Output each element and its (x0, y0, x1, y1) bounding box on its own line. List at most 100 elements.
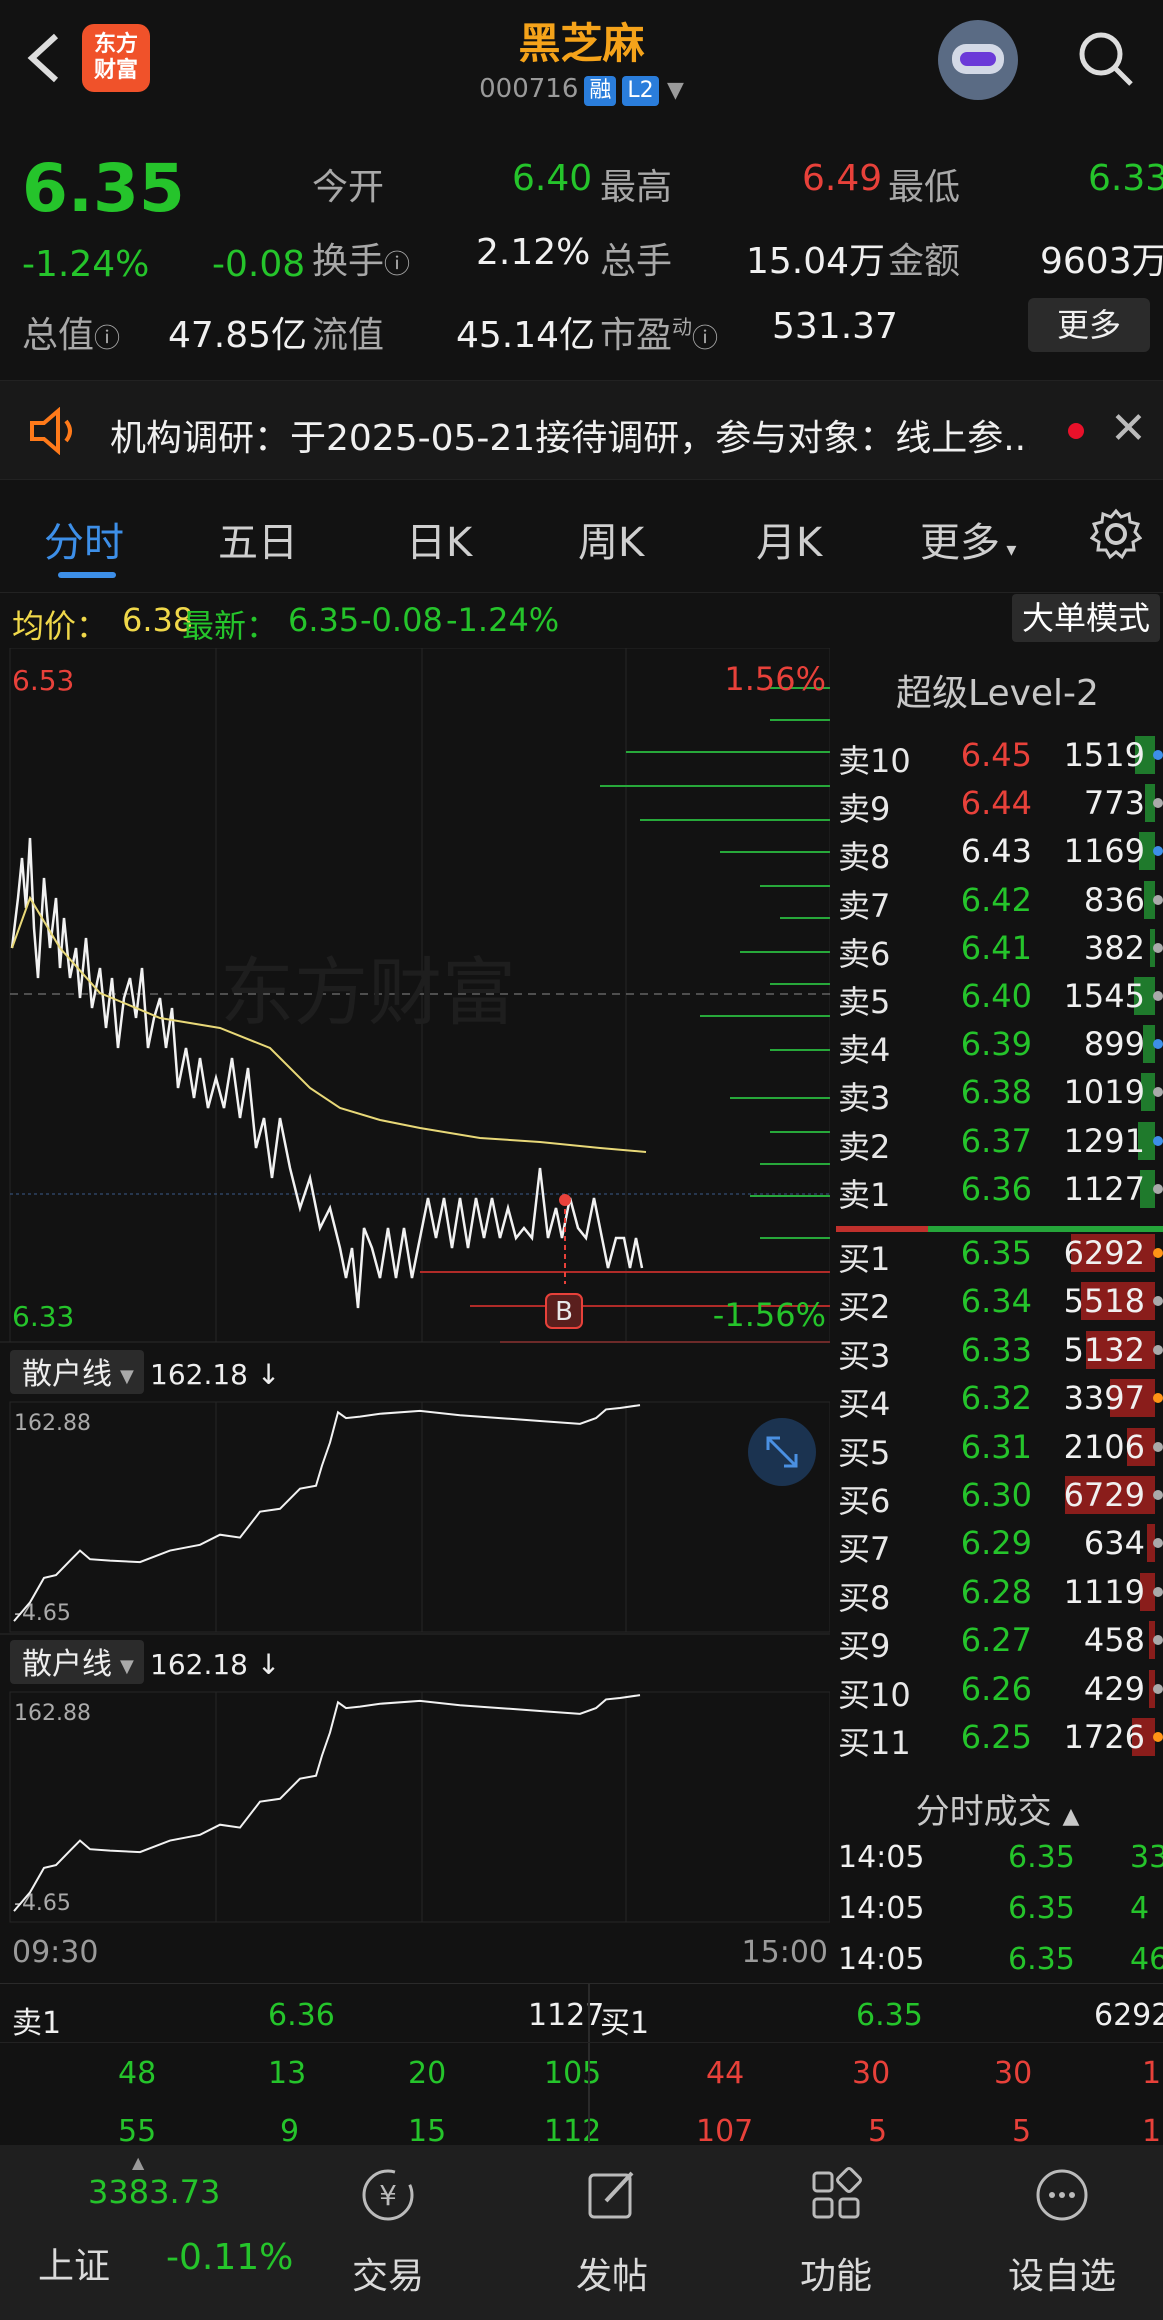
bid-row[interactable]: 买1 6.35 6292 (832, 1230, 1163, 1278)
robot-assistant-icon[interactable] (938, 20, 1018, 100)
bid-volume: 634 (1083, 1524, 1145, 1563)
ask-volume: 773 (1083, 784, 1145, 823)
gear-icon[interactable] (1090, 508, 1142, 560)
tab-more[interactable]: 更多 ▾ (920, 510, 1016, 568)
bid-price: 6.25 (960, 1718, 1032, 1756)
ask-level-label: 卖9 (838, 790, 891, 829)
price-polyline (10, 837, 644, 1309)
more-button[interactable]: 更多 (1028, 298, 1150, 352)
bid-volume: 2106 (1063, 1427, 1145, 1466)
indicator2-polyline (13, 1694, 641, 1912)
ask-volume: 836 (1083, 880, 1145, 919)
search-button[interactable] (1075, 28, 1135, 88)
ask-row[interactable]: 卖3 6.38 1019 (832, 1069, 1163, 1117)
float-value: 45.14亿 (456, 315, 596, 356)
indicator1-name: 散户线 (22, 1357, 112, 1392)
nav-post[interactable]: 发帖 (532, 2145, 692, 2320)
buy-marker-label: B (555, 1297, 573, 1327)
bid-row[interactable]: 买2 6.34 5518 (832, 1278, 1163, 1326)
time-start-label: 09:30 (12, 1935, 98, 1970)
close-icon[interactable]: ✕ (1110, 403, 1147, 454)
sell-queue-6: 9 (280, 2114, 300, 2149)
bid-row[interactable]: 买7 6.29 634 (832, 1520, 1163, 1568)
bid-row[interactable]: 买11 6.25 1726 (832, 1714, 1163, 1762)
y-top-label: 6.53 (12, 664, 74, 697)
sell-queue-2: 13 (268, 2056, 307, 2091)
ask-price: 6.39 (960, 1025, 1032, 1064)
indicator1-top: 162.88 (14, 1411, 91, 1436)
bid-level-label: 买1 (838, 1240, 891, 1278)
notice-bar[interactable]: 机构调研：于2025-05-21接待调研，参与对象：线上参... ✕ (0, 380, 1163, 480)
order-book-title[interactable]: 超级Level-2 (832, 664, 1163, 716)
tick-time: 14:05 (838, 1840, 925, 1875)
bid-volume: 5132 (1063, 1330, 1145, 1369)
more-dots-icon (1036, 2169, 1088, 2221)
ask-row[interactable]: 卖5 6.40 1545 (832, 973, 1163, 1021)
bid-row[interactable]: 买8 6.28 1119 (832, 1569, 1163, 1617)
order-book-divider-sell (836, 1226, 928, 1232)
volume-label: 总手 (600, 241, 673, 282)
bid-row[interactable]: 买9 6.27 458 (832, 1617, 1163, 1665)
ask-volume: 1169 (1063, 832, 1145, 871)
tab-intraday[interactable]: 分时 (44, 510, 124, 568)
index-ticker[interactable]: ▲ 3383.73 上证 -0.11% (0, 2145, 293, 2320)
bid-row[interactable]: 买10 6.26 429 (832, 1666, 1163, 1714)
ask-row[interactable]: 卖8 6.43 1169 (832, 828, 1163, 876)
ask-price: 6.44 (960, 784, 1032, 823)
bid-price: 6.31 (960, 1427, 1032, 1466)
tick-price: 6.35 (1008, 1840, 1075, 1875)
ask-flag-dot (1153, 1039, 1163, 1050)
bid-level-label: 买5 (838, 1433, 891, 1472)
level2-tag: L2 (622, 76, 659, 106)
caret-down-icon[interactable]: ▼ (667, 78, 684, 103)
nav-functions[interactable]: 功能 (756, 2145, 916, 2320)
ask-volume: 1545 (1063, 977, 1145, 1015)
tab-weekly-k[interactable]: 周K (578, 510, 644, 568)
big-order-mode-button[interactable]: 大单模式 (1012, 594, 1160, 642)
bid-level-label: 买3 (838, 1336, 891, 1375)
ask-row[interactable]: 卖4 6.39 899 (832, 1021, 1163, 1069)
bid-row[interactable]: 买4 6.32 3397 (832, 1375, 1163, 1423)
tab-daily-k[interactable]: 日K (406, 510, 472, 568)
ask-row[interactable]: 卖9 6.44 773 (832, 780, 1163, 828)
bid-volume: 458 (1083, 1621, 1145, 1660)
app-root: { "header": { "stock_name": "黑芝麻", "stoc… (0, 0, 1163, 2320)
change-percent: -1.24% (22, 244, 150, 285)
bid-level-label: 买9 (838, 1627, 891, 1666)
info-icon[interactable]: ⓘ (692, 324, 718, 354)
ask-row[interactable]: 卖7 6.42 836 (832, 877, 1163, 925)
tab-monthly-k[interactable]: 月K (756, 510, 822, 568)
sell-queue-5: 55 (118, 2114, 157, 2149)
ask-row[interactable]: 卖2 6.37 1291 (832, 1118, 1163, 1166)
tab-five-day[interactable]: 五日 (218, 510, 298, 568)
ask-row[interactable]: 卖10 6.45 1519 (832, 732, 1163, 780)
level1-summary: 卖1 6.36 1127 买1 6.35 6292 48 13 20 105 5… (0, 1983, 1163, 2149)
info-icon[interactable]: ⓘ (94, 324, 120, 354)
ask-level-label: 卖5 (838, 983, 891, 1021)
nav-watchlist[interactable]: 设自选 (982, 2145, 1142, 2320)
ask-row[interactable]: 卖6 6.41 382 (832, 925, 1163, 973)
info-icon[interactable]: ⓘ (384, 250, 410, 280)
change-value: -0.08 (212, 244, 306, 285)
open-label: 今开 (312, 167, 385, 208)
open-value: 6.40 (512, 158, 593, 199)
bid-price: 6.27 (960, 1621, 1032, 1660)
bid-row[interactable]: 买5 6.31 2106 (832, 1424, 1163, 1472)
bid-level-label: 买6 (838, 1482, 891, 1520)
svg-text:¥: ¥ (379, 2179, 397, 2212)
period-tabs: 分时 五日 日K 周K 月K 更多 ▾ (0, 490, 1163, 590)
intraday-chart[interactable]: 东方财富 B 6.53 6.33 1.56% -1.56% 散户线 ▼ 162.… (0, 648, 830, 1978)
nav-trade[interactable]: ¥ 交易 (308, 2145, 468, 2320)
bid-flag-dot (1153, 1248, 1163, 1258)
price-line (10, 837, 644, 1309)
ask-row[interactable]: 卖1 6.36 1127 (832, 1166, 1163, 1214)
index-value: 3383.73 (88, 2173, 221, 2211)
ask-flag-dot (1153, 1087, 1163, 1098)
tick-trades-title[interactable]: 分时成交 ▲ (832, 1784, 1163, 1833)
ask-price: 6.41 (960, 928, 1032, 967)
bid-row[interactable]: 买6 6.30 6729 (832, 1472, 1163, 1520)
bid-row[interactable]: 买3 6.33 5132 (832, 1327, 1163, 1375)
bid-flag-dot (1153, 1490, 1163, 1500)
pe-label: 市盈动ⓘ (600, 315, 719, 356)
tick-row: 14:05 6.35 4 (838, 1887, 1163, 1935)
